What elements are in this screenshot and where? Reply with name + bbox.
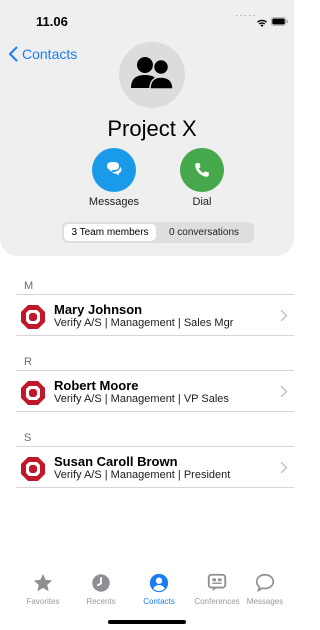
contact-row-robert-moore[interactable]: Robert Moore Verify A/S | Management | V… (16, 370, 294, 412)
tab-recents[interactable]: Recents (72, 572, 130, 606)
phone-icon (195, 163, 209, 177)
tab-recents-label: Recents (86, 597, 116, 606)
tab-messages[interactable]: Messages (236, 572, 294, 606)
contact-subtitle: Verify A/S | Management | VP Sales (54, 393, 229, 405)
tab-favorites[interactable]: Favorites (14, 572, 72, 606)
battery-icon (271, 17, 288, 26)
messages-action-button[interactable]: Messages (84, 148, 144, 208)
person-circle-icon (149, 573, 169, 593)
tab-contacts-label: Contacts (143, 597, 175, 606)
contact-name: Robert Moore (54, 378, 139, 393)
status-time: 11.06 (36, 14, 68, 29)
wifi-icon (257, 19, 267, 27)
contact-subtitle: Verify A/S | Management | Sales Mgr (54, 317, 234, 329)
tab-favorites-label: Favorites (26, 597, 60, 606)
contact-name: Susan Caroll Brown (54, 454, 178, 469)
people-icon (131, 57, 174, 90)
section-header-r: R (24, 356, 32, 368)
verify-logo-icon (21, 305, 45, 329)
dial-action-button[interactable]: Dial (172, 148, 232, 208)
contact-subtitle: Verify A/S | Management | President (54, 469, 231, 481)
dial-action-circle (180, 148, 224, 192)
status-bar: 11.06 ····· (0, 0, 294, 36)
back-label: Contacts (22, 46, 78, 62)
chat-bubbles-icon (107, 162, 122, 176)
verify-logo-icon (21, 457, 45, 481)
segment-team-members[interactable]: 3 Team members (64, 224, 156, 241)
contact-name: Mary Johnson (54, 302, 143, 317)
messages-action-label: Messages (88, 196, 140, 208)
chevron-right-icon (280, 461, 288, 474)
section-header-m: M (24, 280, 34, 292)
verify-logo-icon (21, 381, 45, 405)
contact-row-susan-caroll-brown[interactable]: Susan Caroll Brown Verify A/S | Manageme… (16, 446, 294, 488)
segment-conversations[interactable]: 0 conversations (156, 224, 252, 241)
messages-action-circle (92, 148, 136, 192)
chevron-right-icon (280, 385, 288, 398)
group-avatar (119, 42, 185, 108)
contact-row-mary-johnson[interactable]: Mary Johnson Verify A/S | Management | S… (16, 294, 294, 336)
clock-icon (92, 574, 110, 592)
members-segmented-control: 3 Team members 0 conversations (62, 222, 254, 243)
dial-action-label: Dial (192, 196, 212, 208)
tab-messages-label: Messages (246, 597, 284, 606)
conference-icon (207, 573, 227, 592)
tab-contacts[interactable]: Contacts (130, 572, 188, 606)
group-title: Project X (107, 116, 197, 141)
speech-bubble-icon (255, 573, 275, 593)
signal-dots-icon: ····· (235, 10, 257, 21)
chevron-right-icon (280, 309, 288, 322)
chevron-left-icon (9, 46, 18, 62)
back-button[interactable]: Contacts (8, 46, 77, 62)
section-header-s: S (24, 432, 32, 444)
star-icon (33, 573, 53, 592)
home-indicator (108, 620, 186, 624)
